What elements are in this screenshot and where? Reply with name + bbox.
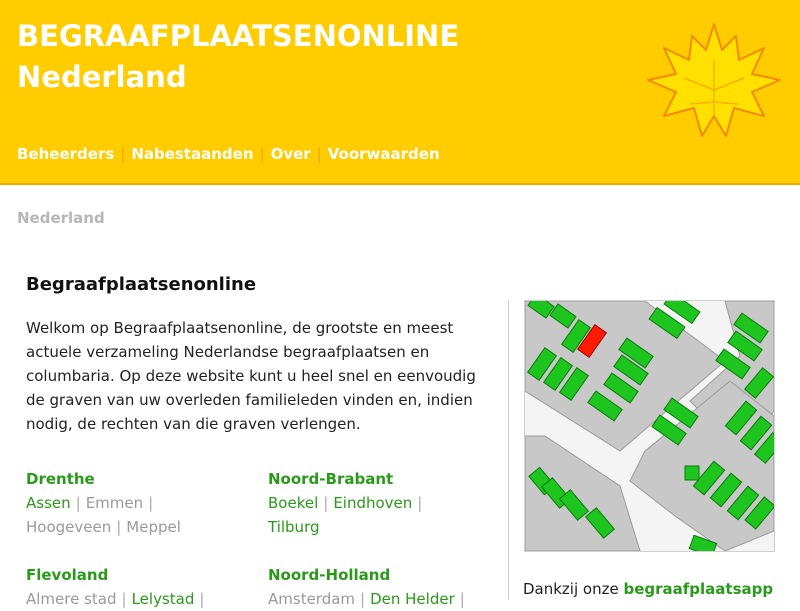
column-divider bbox=[508, 300, 509, 600]
cemetery-map-drawing bbox=[525, 301, 774, 551]
place-link-eindhoven[interactable]: Eindhoven bbox=[333, 494, 412, 512]
nav-over[interactable]: Over bbox=[271, 145, 311, 163]
site-title[interactable]: BEGRAAFPLAATSENONLINE Nederland bbox=[17, 16, 459, 98]
nav-separator: | bbox=[316, 145, 322, 163]
nav-beheerders[interactable]: Beheerders bbox=[17, 145, 114, 163]
province-flevoland: Flevoland Almere stad | Lelystad | bbox=[26, 563, 246, 611]
place-separator: | bbox=[360, 590, 366, 608]
place-separator: | bbox=[199, 590, 205, 608]
place-separator: | bbox=[116, 518, 122, 536]
intro-text: Welkom op Begraafplaatsenonline, de groo… bbox=[26, 319, 476, 433]
place-separator: | bbox=[121, 590, 127, 608]
place-amsterdam: Amsterdam bbox=[268, 590, 356, 608]
main-nav: Beheerders | Nabestaanden | Over | Voorwaarden bbox=[17, 145, 440, 163]
cemetery-map-graphic bbox=[524, 300, 775, 552]
province-noord-holland: Noord-Holland Amsterdam | Den Helder | bbox=[268, 563, 488, 611]
nav-separator: | bbox=[259, 145, 265, 163]
place-link-boekel[interactable]: Boekel bbox=[268, 494, 318, 512]
app-link[interactable]: begraafplaatsapp bbox=[623, 580, 773, 598]
place-almere-stad: Almere stad bbox=[26, 590, 117, 608]
place-separator: | bbox=[459, 590, 465, 608]
place-separator: | bbox=[148, 494, 154, 512]
breadcrumb[interactable]: Nederland bbox=[17, 209, 105, 227]
page-title: Begraafplaatsenonline bbox=[26, 274, 257, 295]
province-noord-brabant: Noord-Brabant Boekel | Eindhoven | Tilburg bbox=[268, 467, 488, 539]
province-drenthe: Drenthe Assen | Emmen | Hoogeveen | Meppel bbox=[26, 467, 246, 539]
place-link-tilburg[interactable]: Tilburg bbox=[268, 518, 320, 536]
province-name[interactable]: Drenthe bbox=[26, 467, 246, 491]
place-link-den-helder[interactable]: Den Helder bbox=[370, 590, 455, 608]
place-emmen: Emmen bbox=[85, 494, 144, 512]
place-separator: | bbox=[417, 494, 423, 512]
province-name[interactable]: Noord-Brabant bbox=[268, 467, 488, 491]
nav-voorwaarden[interactable]: Voorwaarden bbox=[328, 145, 440, 163]
site-header: BEGRAAFPLAATSENONLINE Nederland Beheerde… bbox=[0, 0, 800, 185]
site-title-line1[interactable]: BEGRAAFPLAATSENONLINE bbox=[17, 19, 459, 53]
province-name[interactable]: Flevoland bbox=[26, 563, 246, 587]
nav-nabestaanden[interactable]: Nabestaanden bbox=[131, 145, 253, 163]
place-separator: | bbox=[75, 494, 81, 512]
place-meppel: Meppel bbox=[126, 518, 181, 536]
place-link-assen[interactable]: Assen bbox=[26, 494, 71, 512]
place-link-lelystad[interactable]: Lelystad bbox=[132, 590, 195, 608]
app-promo-text: Dankzij onze bbox=[523, 580, 624, 598]
place-hoogeveen: Hoogeveen bbox=[26, 518, 112, 536]
maple-leaf-icon bbox=[647, 23, 781, 137]
place-separator: | bbox=[323, 494, 329, 512]
nav-separator: | bbox=[120, 145, 126, 163]
province-name[interactable]: Noord-Holland bbox=[268, 563, 488, 587]
app-promo: Dankzij onze begraafplaatsapp bbox=[523, 580, 773, 598]
site-title-line2[interactable]: Nederland bbox=[17, 60, 187, 94]
